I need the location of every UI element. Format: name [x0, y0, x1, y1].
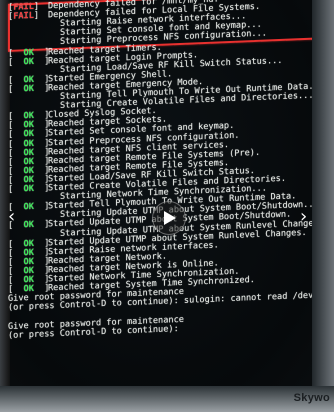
monitor-bezel-right — [312, 0, 334, 412]
play-icon — [164, 211, 176, 225]
monitor-brand-label: Skywo — [293, 392, 330, 404]
previous-arrow-icon[interactable]: ‹ — [8, 206, 15, 227]
console-screen: [FAIL] Dependency failed for /mnt/my_hd.[… — [6, 0, 334, 386]
status-ok: [ OK ] — [8, 183, 50, 195]
monitor-photo: [FAIL] Dependency failed for /mnt/my_hd.[… — [0, 0, 334, 412]
status-ok: [ OK ] — [8, 55, 50, 68]
next-arrow-icon[interactable]: › — [300, 206, 307, 227]
status-ok: [ OK ] — [8, 83, 50, 95]
play-button[interactable] — [152, 201, 186, 235]
status-fail: [FAIL] — [8, 10, 40, 23]
monitor-bezel-bottom — [0, 386, 334, 412]
